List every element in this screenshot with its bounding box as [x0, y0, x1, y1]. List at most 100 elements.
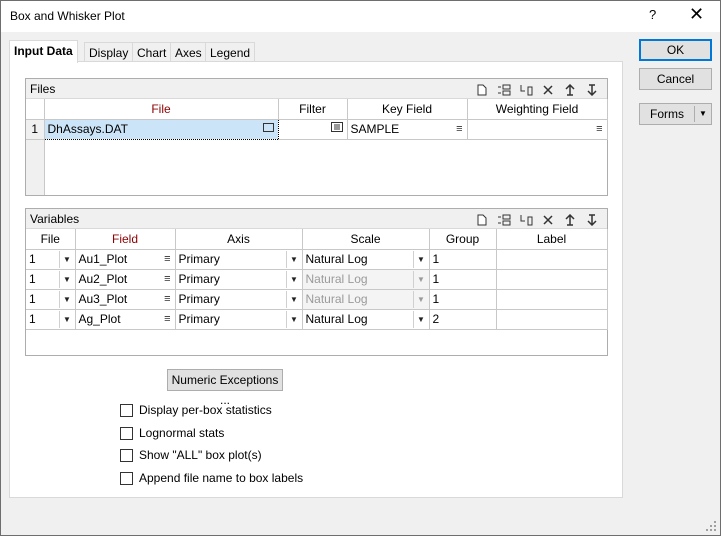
list-icon[interactable]: ≡ [164, 270, 170, 289]
chevron-down-icon[interactable]: ▼ [412, 310, 429, 328]
axis-select[interactable]: Primary ▼ [175, 269, 303, 290]
file-select[interactable]: 1 ▼ [26, 289, 76, 310]
chevron-down-icon[interactable]: ▼ [58, 310, 75, 328]
label-cell[interactable] [496, 289, 608, 310]
col-field: Field [75, 229, 176, 250]
title-bar: Box and Whisker Plot ? ✕ [1, 1, 720, 32]
col-file: File [44, 99, 279, 120]
scale-select: Natural Log ▼ [302, 269, 430, 290]
col-file: File [26, 229, 76, 250]
checkbox-box[interactable] [120, 448, 133, 462]
files-header: Files [26, 79, 607, 99]
file-select[interactable]: 1 ▼ [26, 309, 76, 330]
help-button[interactable]: ? [649, 7, 656, 22]
variables-table: File Field Axis Scale Group Label 1 ▼ Au1… [26, 229, 608, 330]
input-data-panel: Files File Filter Key Field Weighting Fi… [9, 61, 623, 498]
weighting-field-cell[interactable]: ≡ [467, 119, 608, 140]
insert-row-icon[interactable] [493, 80, 515, 98]
list-icon[interactable]: ≡ [456, 120, 462, 139]
append-row-icon[interactable] [515, 210, 537, 228]
list-icon[interactable]: ≡ [164, 310, 170, 329]
filter-icon[interactable] [330, 120, 343, 139]
move-down-icon[interactable] [581, 210, 603, 228]
chevron-down-icon[interactable]: ▼ [694, 106, 711, 122]
chevron-down-icon[interactable]: ▼ [285, 250, 302, 268]
axis-select[interactable]: Primary ▼ [175, 309, 303, 330]
tab-display[interactable]: Display [84, 42, 134, 62]
scale-select[interactable]: Natural Log ▼ [302, 309, 430, 330]
group-cell[interactable]: 1 [429, 249, 497, 270]
checkbox-box[interactable] [120, 403, 133, 417]
ok-button[interactable]: OK [639, 39, 712, 61]
tab-input-data[interactable]: Input Data [9, 40, 78, 63]
files-table: File Filter Key Field Weighting Field 1 … [26, 99, 608, 140]
append-file-name-checkbox[interactable]: Append file name to box labels [120, 470, 303, 486]
chevron-down-icon[interactable]: ▼ [58, 290, 75, 308]
append-row-icon[interactable] [515, 80, 537, 98]
insert-row-icon[interactable] [493, 210, 515, 228]
variables-header: Variables [26, 209, 607, 229]
delete-row-icon[interactable] [537, 80, 559, 98]
variables-toolbar [471, 210, 603, 228]
tab-chart[interactable]: Chart [132, 42, 172, 62]
axis-select[interactable]: Primary ▼ [175, 289, 303, 310]
resize-grip-icon[interactable] [705, 520, 717, 532]
checkbox-box[interactable] [120, 426, 133, 440]
chevron-down-icon[interactable]: ▼ [285, 290, 302, 308]
table-row: 1 ▼ Au2_Plot ≡ Primary ▼ Natural Log ▼ 1 [26, 269, 608, 290]
col-weighting-field: Weighting Field [467, 99, 608, 120]
axis-select[interactable]: Primary ▼ [175, 249, 303, 270]
move-up-icon[interactable] [559, 210, 581, 228]
list-icon[interactable]: ≡ [164, 290, 170, 309]
chevron-down-icon[interactable]: ▼ [58, 250, 75, 268]
chevron-down-icon[interactable]: ▼ [412, 250, 429, 268]
file-cell[interactable]: DhAssays.DAT [43, 118, 279, 140]
new-row-icon[interactable] [471, 210, 493, 228]
chevron-down-icon[interactable]: ▼ [285, 310, 302, 328]
numeric-exceptions-button[interactable]: Numeric Exceptions ... [167, 369, 283, 407]
files-toolbar [471, 80, 603, 98]
group-cell[interactable]: 1 [429, 269, 497, 290]
chevron-down-icon: ▼ [412, 290, 429, 308]
checkbox-box[interactable] [120, 471, 133, 485]
chevron-down-icon: ▼ [412, 270, 429, 288]
label-cell[interactable] [496, 269, 608, 290]
forms-button[interactable]: Forms ▼ [639, 103, 712, 125]
show-all-box-plots-checkbox[interactable]: Show "ALL" box plot(s) [120, 447, 262, 463]
key-field-cell[interactable]: SAMPLE ≡ [347, 119, 468, 140]
tab-legend[interactable]: Legend [205, 42, 256, 62]
lognormal-stats-checkbox[interactable]: Lognormal stats [120, 425, 224, 441]
label-cell[interactable] [496, 309, 608, 330]
group-cell[interactable]: 2 [429, 309, 497, 330]
variables-grid: Variables File Field Axis Scale Group La… [25, 208, 608, 356]
table-row: 1 ▼ Ag_Plot ≡ Primary ▼ Natural Log ▼ 2 [26, 309, 608, 330]
cancel-button[interactable]: Cancel [639, 68, 712, 90]
list-icon[interactable]: ≡ [596, 120, 602, 139]
tab-axes[interactable]: Axes [170, 42, 207, 62]
field-cell[interactable]: Au2_Plot ≡ [75, 269, 176, 290]
chevron-down-icon[interactable]: ▼ [58, 270, 75, 288]
file-select[interactable]: 1 ▼ [26, 269, 76, 290]
move-up-icon[interactable] [559, 80, 581, 98]
col-axis: Axis [175, 229, 303, 250]
scale-select[interactable]: Natural Log ▼ [302, 249, 430, 270]
browse-icon[interactable] [262, 120, 274, 138]
move-down-icon[interactable] [581, 80, 603, 98]
filter-cell[interactable] [278, 119, 348, 140]
display-per-box-stats-checkbox[interactable]: Display per-box statistics [120, 402, 272, 418]
field-cell[interactable]: Au1_Plot ≡ [75, 249, 176, 270]
list-icon[interactable]: ≡ [164, 250, 170, 269]
label-cell[interactable] [496, 249, 608, 270]
field-cell[interactable]: Ag_Plot ≡ [75, 309, 176, 330]
dialog-window: Box and Whisker Plot ? ✕ Input Data Disp… [0, 0, 721, 536]
row-header-filler [26, 140, 45, 195]
key-field-value: SAMPLE [350, 121, 400, 136]
field-cell[interactable]: Au3_Plot ≡ [75, 289, 176, 310]
file-select[interactable]: 1 ▼ [26, 249, 76, 270]
new-row-icon[interactable] [471, 80, 493, 98]
col-label: Label [496, 229, 608, 250]
delete-row-icon[interactable] [537, 210, 559, 228]
close-button[interactable]: ✕ [689, 4, 704, 24]
group-cell[interactable]: 1 [429, 289, 497, 310]
chevron-down-icon[interactable]: ▼ [285, 270, 302, 288]
